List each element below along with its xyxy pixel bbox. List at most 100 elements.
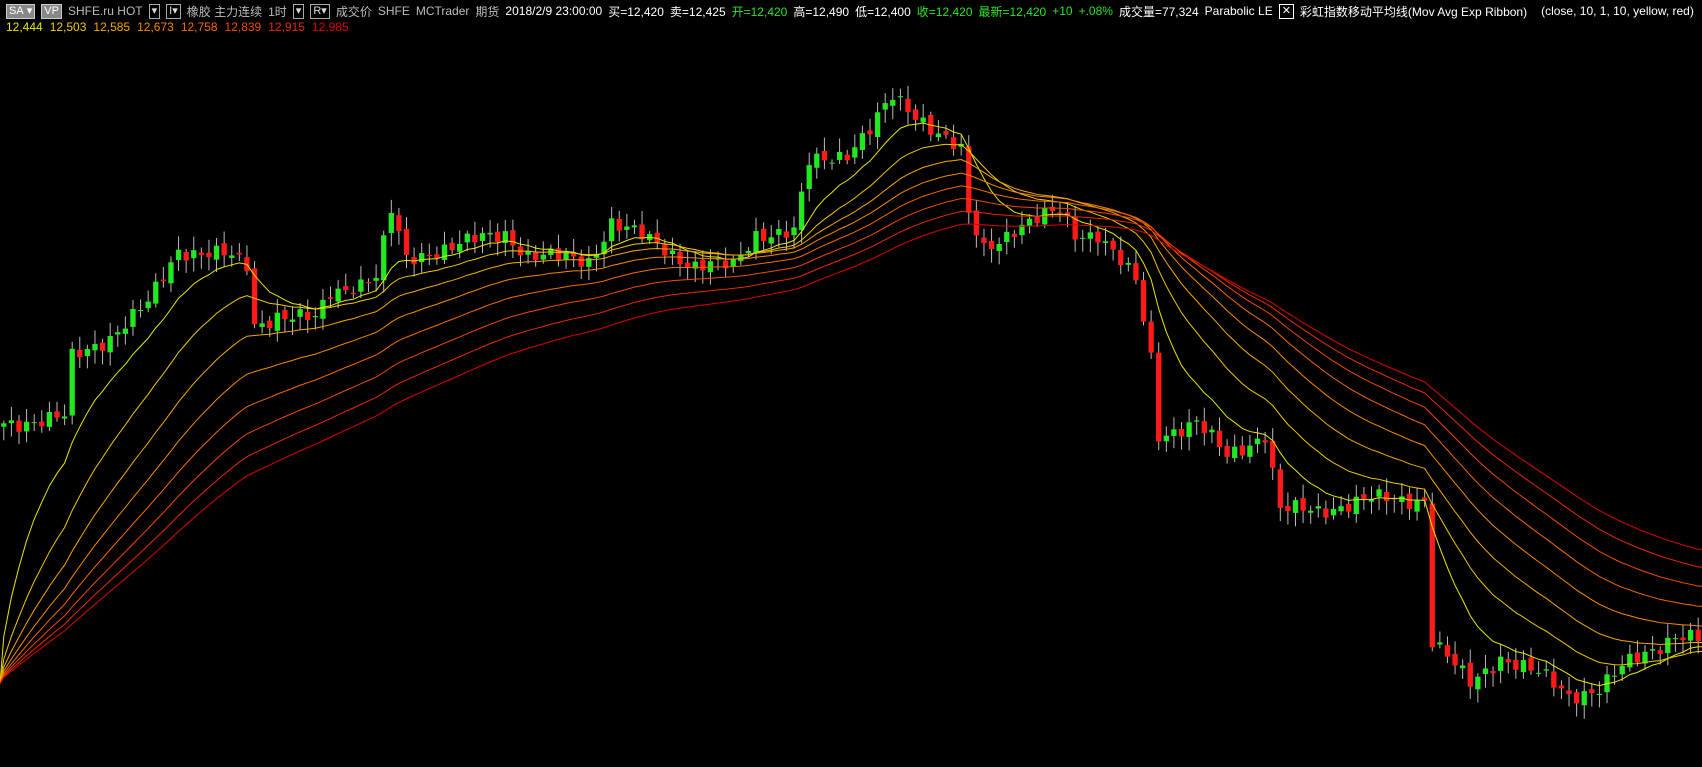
candle [988,228,995,263]
candle-body [464,233,470,243]
candle [1627,644,1633,672]
candle-body [1687,630,1694,641]
candle [23,408,30,443]
candle-body [221,243,227,256]
candle-body [806,165,812,190]
candle-body [852,147,858,158]
chevron-down-icon: ▾ [172,4,178,17]
candle-body [495,231,501,242]
candle [160,266,167,288]
candle [396,207,402,245]
i-button[interactable]: I ▾ [166,3,181,19]
candle-body [229,255,235,258]
candle-body [358,279,364,292]
candle [213,238,220,273]
candle [973,199,980,248]
candle-body [1110,240,1116,250]
candle-body [419,253,425,263]
chevron-down-icon: ▾ [151,4,158,17]
candle-body [1178,428,1185,437]
candle-body [859,133,866,150]
candle-body [1277,469,1283,508]
candle [343,273,349,295]
candle-body [669,250,676,255]
candle [229,245,235,267]
candle-body [829,162,835,164]
candle [1505,651,1511,674]
candle-body [365,281,372,284]
candle-body [1490,671,1496,674]
close-indicator-button[interactable]: ✕ [1278,3,1294,19]
candle [1467,649,1473,699]
candle-body [1232,446,1238,459]
candle-body [426,255,432,257]
candle-body [874,112,881,138]
candle-body [1034,217,1040,223]
sa-dropdown[interactable]: SA ▾ [6,3,36,19]
candle-body [320,299,326,319]
candle [259,310,265,334]
candle [669,237,676,265]
ema-line-40 [0,172,1702,684]
candle [1140,271,1147,326]
chevron-down-icon: ▾ [26,4,33,17]
candle [510,219,516,258]
candle-body [403,228,410,255]
candle [77,336,83,369]
candle-body [1163,435,1169,442]
candle-body [1475,676,1481,690]
candle [312,307,318,330]
candle [935,120,942,142]
candle-body [472,235,478,243]
vp-button[interactable]: VP [41,3,62,19]
candle [1102,227,1109,256]
candle [1649,635,1656,660]
candle-body [175,249,182,261]
candle-body [1156,352,1162,442]
candle [1004,218,1010,255]
candle-body [449,242,455,251]
candle-body [814,153,820,168]
candle [1201,407,1207,446]
candle [874,102,881,150]
candle [1239,436,1245,460]
r-button[interactable]: R ▾ [310,3,330,19]
candle-body [160,279,167,282]
price-chart[interactable] [0,0,1702,767]
candle [1535,661,1542,677]
candle-body [23,421,30,432]
candle [1528,647,1534,675]
candle-body [1292,500,1299,513]
candle-body [46,412,53,427]
candle-body [1627,653,1633,668]
candle [183,248,189,273]
candle [145,290,151,313]
candle-body [381,235,387,281]
candle-body [388,212,394,233]
candle-body [84,349,91,357]
ribbon-value: 12,503 [49,20,87,34]
candle-body [988,240,995,250]
candle-body [373,277,379,281]
candle [662,238,668,265]
candle-body [1315,506,1321,509]
ribbon-value: 12,673 [137,20,174,34]
ribbon-value: 12,758 [180,20,218,34]
candle [950,124,957,156]
candle-body [1072,217,1078,240]
candle-body [1611,675,1618,677]
candle [1171,417,1177,449]
candle-body [897,96,904,98]
candle [16,415,22,445]
candle [928,111,934,142]
source-dropdown[interactable]: ▾ [148,3,161,19]
ribbon-value: 12,985 [311,20,349,34]
interval-dropdown[interactable]: ▾ [292,3,305,19]
candle [54,401,60,422]
candle-body [1589,689,1595,694]
candle [1452,641,1458,675]
candle-body [1558,685,1565,689]
candle [1368,486,1375,514]
candle [115,325,121,347]
candle [236,243,243,262]
